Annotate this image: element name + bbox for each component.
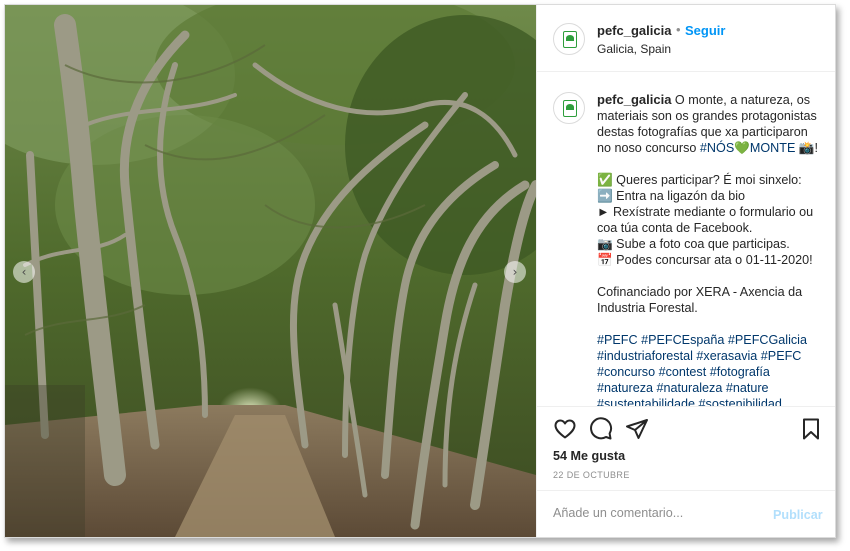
caption-line: ► Rexístrate mediante o formulario ou: [597, 205, 814, 219]
caption-line: 📷 Sube a foto coa que participas.: [597, 237, 790, 251]
comment-icon[interactable]: [589, 417, 613, 441]
likes-count[interactable]: 54 Me gusta: [553, 449, 625, 463]
caption-line: destas fotografías que xa participaron: [597, 125, 808, 139]
profile-avatar[interactable]: [553, 23, 585, 55]
caption-text: pefc_galicia O monte, a natureza, os mat…: [597, 92, 825, 406]
hashtag-line[interactable]: #concurso #contest #fotografía: [597, 364, 825, 380]
bookmark-icon[interactable]: [799, 417, 823, 441]
caption-section: pefc_galicia O monte, a natureza, os mat…: [537, 72, 835, 406]
hashtag-line[interactable]: #sustentabilidade #sostenibilidad: [597, 396, 825, 406]
post-side-panel: pefc_galicia • Seguir Galicia, Spain pef…: [536, 5, 835, 537]
caption-username[interactable]: pefc_galicia: [597, 92, 671, 107]
publish-button[interactable]: Publicar: [773, 508, 823, 522]
comment-form: Publicar: [537, 490, 835, 537]
caption-line: no noso concurso: [597, 141, 700, 155]
caption-line: Industria Forestal.: [597, 301, 698, 315]
comment-input[interactable]: [551, 505, 755, 521]
caption-line: 📸!: [795, 141, 819, 155]
forest-path-image: [5, 5, 536, 537]
post-date: 22 DE OCTUBRE: [553, 470, 630, 480]
hashtag-link[interactable]: #NÓS💚MONTE: [700, 141, 795, 155]
caption-line: ➡️ Entra na ligazón da bio: [597, 189, 746, 203]
caption-line: Cofinanciado por XERA - Axencia da: [597, 285, 803, 299]
hashtag-line[interactable]: #natureza #naturaleza #nature: [597, 380, 825, 396]
caption-avatar[interactable]: [553, 92, 585, 124]
follow-button[interactable]: Seguir: [685, 23, 725, 38]
header-username[interactable]: pefc_galicia: [597, 23, 671, 38]
separator-dot: •: [676, 22, 681, 37]
hashtag-line[interactable]: #PEFC #PEFCEspaña #PEFCGalicia: [597, 332, 825, 348]
post-photo[interactable]: ‹ ›: [5, 5, 536, 537]
instagram-post: ‹ › pefc_galicia • Seguir Galicia, Spain…: [4, 4, 836, 538]
share-icon[interactable]: [625, 417, 649, 441]
chevron-right-icon[interactable]: ›: [504, 261, 526, 283]
caption-intro: O monte, a natureza, os: [671, 93, 811, 107]
hashtag-line[interactable]: #industriaforestal #xerasavia #PEFC: [597, 348, 825, 364]
pefc-logo-icon: [563, 31, 577, 48]
heart-icon[interactable]: [553, 417, 577, 441]
caption-line: coa túa conta de Facebook.: [597, 221, 753, 235]
pefc-logo-icon: [563, 100, 577, 117]
post-actions: 54 Me gusta 22 DE OCTUBRE: [537, 406, 835, 491]
caption-line: 📅 Podes concursar ata o 01-11-2020!: [597, 253, 813, 267]
caption-line: ✅ Queres participar? É moi sinxelo:: [597, 173, 802, 187]
chevron-left-icon[interactable]: ‹: [13, 261, 35, 283]
caption-line: materiais son os grandes protagonistas: [597, 109, 817, 123]
post-header: pefc_galicia • Seguir Galicia, Spain: [537, 5, 835, 72]
location-link[interactable]: Galicia, Spain: [597, 42, 671, 56]
